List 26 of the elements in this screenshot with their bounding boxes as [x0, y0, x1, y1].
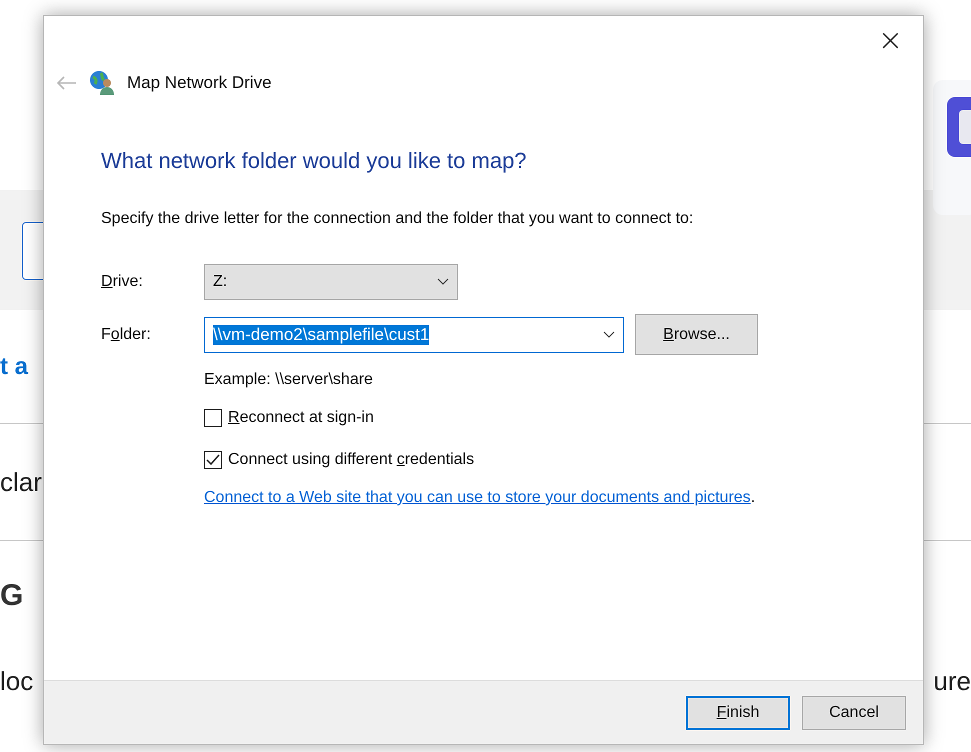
cancel-button[interactable]: Cancel [802, 696, 906, 730]
network-drive-icon [89, 70, 115, 96]
section-heading: G [0, 579, 24, 613]
close-button[interactable]: × [872, 28, 909, 54]
dialog-heading: What network folder would you like to map? [101, 148, 528, 174]
web-site-link[interactable]: Connect to a Web site that you can use to store your documents and pictures [204, 489, 751, 507]
body-text: clar [0, 466, 42, 498]
instruction-text: Specify the drive letter for the connection and the folder that you want to connect to: [101, 210, 694, 228]
example-text: Example: \\server\share [204, 371, 374, 389]
chevron-down-icon [437, 278, 449, 286]
checkbox-label[interactable]: Reconnect at sign-in [228, 409, 374, 427]
checkbox[interactable] [204, 451, 222, 469]
link-period: . [750, 489, 756, 507]
folder-label: Folder: [101, 326, 152, 344]
drive-label: Drive: [101, 273, 144, 291]
checkbox[interactable] [204, 409, 222, 427]
checkbox-label[interactable]: Connect using different credentials [228, 451, 474, 469]
window-title: Map Network Drive [127, 73, 272, 93]
body-text: loc [0, 666, 34, 696]
chevron-down-icon [603, 330, 615, 338]
folder-field[interactable]: \\vm-demo2\samplefile\cust1 [204, 316, 624, 352]
page-link[interactable]: t a [0, 352, 28, 380]
browse-button[interactable]: Browse... [635, 314, 758, 355]
body-text: ure [933, 666, 971, 696]
finish-button[interactable]: Finish [686, 696, 790, 730]
drive-dropdown[interactable]: Z: [204, 264, 458, 300]
